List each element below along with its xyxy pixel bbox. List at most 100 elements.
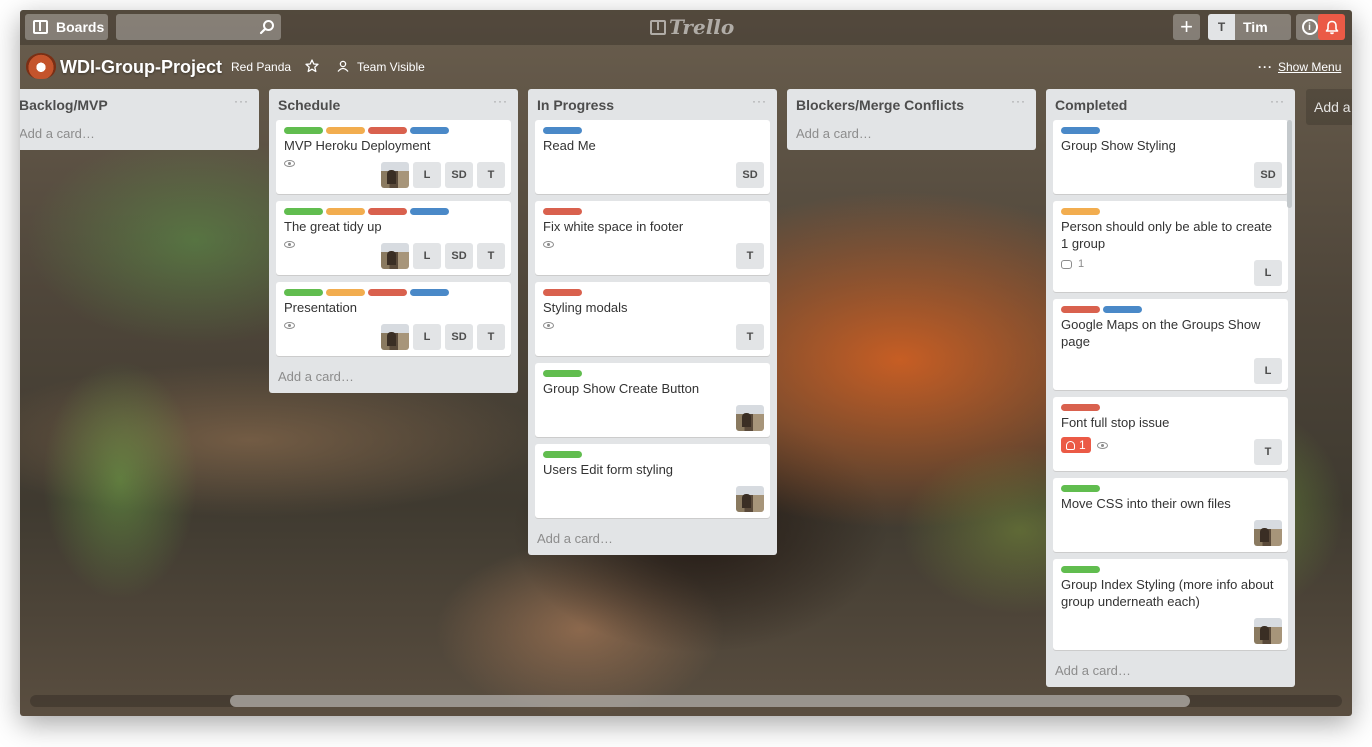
member-avatar-photo[interactable] [736, 486, 764, 512]
add-card-link[interactable]: Add a card… [787, 120, 1036, 150]
card-title[interactable]: Group Show Create Button [543, 380, 762, 397]
member-avatar-photo[interactable] [736, 405, 764, 431]
card-title[interactable]: Fix white space in footer [543, 218, 762, 235]
member-avatar-t[interactable]: T [477, 324, 505, 350]
member-avatar-l[interactable]: L [413, 324, 441, 350]
member-menu-button[interactable]: T Tim [1208, 14, 1291, 40]
member-avatar-t[interactable]: T [1254, 439, 1282, 465]
search-input[interactable] [116, 14, 281, 40]
card-title[interactable]: Person should only be able to create 1 g… [1061, 218, 1280, 252]
card[interactable]: Google Maps on the Groups Show page L [1053, 299, 1288, 390]
list-menu-icon[interactable]: ··· [752, 94, 767, 108]
add-button[interactable]: + [1173, 14, 1200, 40]
card[interactable]: Move CSS into their own files [1053, 478, 1288, 552]
list-header[interactable]: Blockers/Merge Conflicts ··· [787, 89, 1036, 120]
list-header[interactable]: Backlog/MVP ··· [20, 89, 259, 120]
list-menu-icon[interactable]: ··· [1011, 94, 1026, 108]
board-title[interactable]: WDI-Group-Project [60, 57, 222, 78]
member-avatar-sd[interactable]: SD [445, 324, 473, 350]
card-labels [543, 289, 762, 296]
search-icon[interactable] [259, 19, 275, 35]
add-card-link[interactable]: Add a card… [1046, 657, 1295, 687]
card-title[interactable]: Move CSS into their own files [1061, 495, 1280, 512]
add-list-button[interactable]: Add a list… [1306, 89, 1352, 125]
label-red [368, 208, 407, 215]
show-menu-link[interactable]: Show Menu [1278, 60, 1341, 74]
label-red [368, 127, 407, 134]
list-menu-icon[interactable]: ··· [493, 94, 508, 108]
add-card-link[interactable]: Add a card… [528, 525, 777, 555]
list-title[interactable]: Backlog/MVP [20, 97, 108, 113]
watch-icon [1096, 441, 1108, 449]
horizontal-scrollbar-thumb[interactable] [230, 695, 1190, 707]
boards-button[interactable]: Boards [25, 14, 108, 40]
card-title[interactable]: Group Index Styling (more info about gro… [1061, 576, 1280, 610]
card-title[interactable]: Users Edit form styling [543, 461, 762, 478]
more-icon[interactable]: ··· [1258, 60, 1273, 74]
member-avatar-sd[interactable]: SD [445, 243, 473, 269]
card[interactable]: Group Show Styling SD [1053, 120, 1288, 194]
card-title[interactable]: The great tidy up [284, 218, 503, 235]
card[interactable]: The great tidy up L SD T [276, 201, 511, 275]
card[interactable]: Styling modals T [535, 282, 770, 356]
list-title[interactable]: Schedule [278, 97, 340, 113]
card[interactable]: Presentation L SD T [276, 282, 511, 356]
card[interactable]: Font full stop issue 1 T [1053, 397, 1288, 471]
member-avatar-l[interactable]: L [1254, 260, 1282, 286]
card-title[interactable]: MVP Heroku Deployment [284, 137, 503, 154]
card[interactable]: Person should only be able to create 1 g… [1053, 201, 1288, 292]
member-avatar-l[interactable]: L [413, 243, 441, 269]
card[interactable]: Users Edit form styling [535, 444, 770, 518]
card[interactable]: Group Show Create Button [535, 363, 770, 437]
label-green [1061, 566, 1100, 573]
card-members: T [736, 243, 764, 269]
list-header[interactable]: Schedule ··· [269, 89, 518, 120]
add-card-link[interactable]: Add a card… [269, 363, 518, 393]
member-avatar-t[interactable]: T [736, 243, 764, 269]
member-avatar-photo[interactable] [1254, 520, 1282, 546]
list-menu-icon[interactable]: ··· [1270, 94, 1285, 108]
notifications-button[interactable] [1318, 14, 1345, 40]
member-avatar-l[interactable]: L [413, 162, 441, 188]
list-completed: Completed ··· Group Show Styling SD Person s… [1046, 89, 1295, 687]
list-title[interactable]: In Progress [537, 97, 614, 113]
card[interactable]: Group Index Styling (more info about gro… [1053, 559, 1288, 650]
list-title[interactable]: Completed [1055, 97, 1127, 113]
star-icon[interactable] [305, 59, 319, 73]
card-title[interactable]: Group Show Styling [1061, 137, 1280, 154]
card[interactable]: Fix white space in footer T [535, 201, 770, 275]
member-avatar-t[interactable]: T [736, 324, 764, 350]
card-title[interactable]: Read Me [543, 137, 762, 154]
team-name[interactable]: Red Panda [231, 60, 291, 74]
list-scrollbar[interactable] [1287, 120, 1292, 208]
card-title[interactable]: Google Maps on the Groups Show page [1061, 316, 1280, 350]
member-avatar-t[interactable]: T [477, 243, 505, 269]
card-title[interactable]: Presentation [284, 299, 503, 316]
visibility-label[interactable]: Team Visible [357, 60, 425, 74]
trello-logo[interactable]: Trello [650, 15, 734, 39]
card-title[interactable]: Styling modals [543, 299, 762, 316]
member-avatar-sd[interactable]: SD [1254, 162, 1282, 188]
list-menu-icon[interactable]: ··· [234, 94, 249, 108]
member-avatar-photo[interactable] [381, 243, 409, 269]
list-title[interactable]: Blockers/Merge Conflicts [796, 97, 964, 113]
member-avatar-photo[interactable] [381, 162, 409, 188]
list-header[interactable]: In Progress ··· [528, 89, 777, 120]
card-title[interactable]: Font full stop issue [1061, 414, 1280, 431]
member-avatar-l[interactable]: L [1254, 358, 1282, 384]
card-labels [1061, 208, 1280, 215]
card[interactable]: MVP Heroku Deployment L SD T [276, 120, 511, 194]
member-avatar-sd[interactable]: SD [445, 162, 473, 188]
member-avatar-photo[interactable] [381, 324, 409, 350]
member-avatar-photo[interactable] [1254, 618, 1282, 644]
search-box[interactable] [116, 14, 281, 40]
list-header[interactable]: Completed ··· [1046, 89, 1295, 120]
add-icon: + [1180, 14, 1193, 39]
team-visibility-icon[interactable] [337, 60, 349, 72]
card-labels [284, 208, 503, 215]
add-card-link[interactable]: Add a card… [20, 120, 259, 150]
member-name: Tim [1243, 19, 1268, 35]
member-avatar-sd[interactable]: SD [736, 162, 764, 188]
member-avatar-t[interactable]: T [477, 162, 505, 188]
card[interactable]: Read Me SD [535, 120, 770, 194]
